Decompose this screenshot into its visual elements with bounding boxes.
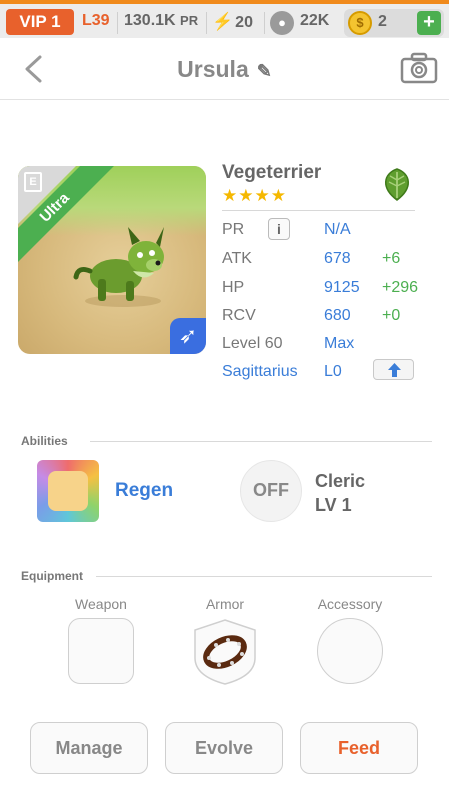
info-button[interactable]: i <box>268 218 290 240</box>
leaf-icon <box>385 168 409 201</box>
pet-image <box>73 227 164 307</box>
manage-button[interactable]: Manage <box>30 722 148 774</box>
stat-value-rcv: 680 <box>324 307 351 324</box>
pr-unit: PR <box>180 13 199 28</box>
energy-value: 20 <box>235 14 253 31</box>
vip-badge[interactable]: VIP 1 <box>6 9 74 35</box>
stat-value-atk: 678 <box>324 250 351 267</box>
top-status-bar: VIP 1 L39 130.1K PR ⚡ 20 ● 22K $ 2 + <box>0 0 449 38</box>
cat-face-icon <box>48 471 88 511</box>
evolution-tag-icon: E <box>24 172 42 192</box>
equipment-section-title: Equipment <box>21 569 83 583</box>
divider <box>206 12 207 34</box>
lightning-icon: ⚡ <box>212 12 234 31</box>
edit-pencil-icon[interactable]: ✎ <box>257 61 272 81</box>
abilities-section-title: Abilities <box>21 434 68 448</box>
page-title: Ursula ✎ <box>0 56 449 83</box>
stat-value-hp: 9125 <box>324 279 360 296</box>
pr-value: 130.1K <box>124 12 176 29</box>
coin-icon: $ <box>348 11 372 35</box>
add-coins-button[interactable]: + <box>417 11 441 35</box>
star-rating: ★★★★ <box>222 186 287 205</box>
stat-value-level: Max <box>324 335 355 352</box>
divider <box>117 12 118 34</box>
stat-label-pr: PR <box>222 221 245 238</box>
regen-ability-icon[interactable] <box>37 460 99 522</box>
slot-label-accessory: Accessory <box>317 596 383 612</box>
divider <box>264 12 265 34</box>
section-divider <box>96 576 432 577</box>
paw-counter: 22K <box>300 12 330 29</box>
camera-icon[interactable] <box>400 52 438 84</box>
stat-value-pr: N/A <box>324 221 351 238</box>
arrow-up-icon <box>388 363 401 377</box>
archer-class-icon: ➶ <box>170 318 206 354</box>
evolve-button[interactable]: Evolve <box>165 722 283 774</box>
armor-slot[interactable] <box>192 618 258 686</box>
page-header: Ursula ✎ <box>0 38 449 100</box>
player-power-rating: 130.1K PR <box>124 12 198 30</box>
stat-label-hp: HP <box>222 279 245 296</box>
feed-button[interactable]: Feed <box>300 722 418 774</box>
coin-counter[interactable]: $ 2 + <box>344 9 444 37</box>
stat-label-level: Level 60 <box>222 335 283 352</box>
slot-label-armor: Armor <box>205 596 245 612</box>
slot-label-weapon: Weapon <box>75 596 127 612</box>
ability-name-primary[interactable]: Regen <box>115 480 173 502</box>
energy-counter[interactable]: ⚡ 20 <box>212 12 253 32</box>
ability-name-secondary: Cleric <box>315 471 366 491</box>
pet-species-name: Vegeterrier <box>222 162 322 183</box>
ability-state-badge: OFF <box>253 480 289 500</box>
accessory-slot[interactable] <box>317 618 383 684</box>
stat-bonus-atk: +6 <box>382 250 401 267</box>
divider <box>222 210 415 211</box>
weapon-slot[interactable] <box>68 618 134 684</box>
paw-icon: ● <box>270 11 294 35</box>
zodiac-sign-link[interactable]: Sagittarius <box>222 363 298 381</box>
pet-nickname: Ursula <box>177 56 249 82</box>
upgrade-sign-button[interactable] <box>373 359 414 380</box>
stat-label-rcv: RCV <box>222 307 256 324</box>
stat-bonus-hp: +296 <box>382 279 419 296</box>
player-level: L39 <box>82 12 110 29</box>
section-divider <box>90 441 432 442</box>
zodiac-sign-level: L0 <box>324 363 342 380</box>
ability-level-secondary: LV 1 <box>315 495 352 515</box>
stat-label-atk: ATK <box>222 250 252 267</box>
stat-bonus-rcv: +0 <box>382 307 401 324</box>
pet-portrait[interactable]: Ultra E ➶ <box>18 166 206 354</box>
coin-value: 2 <box>378 13 387 30</box>
